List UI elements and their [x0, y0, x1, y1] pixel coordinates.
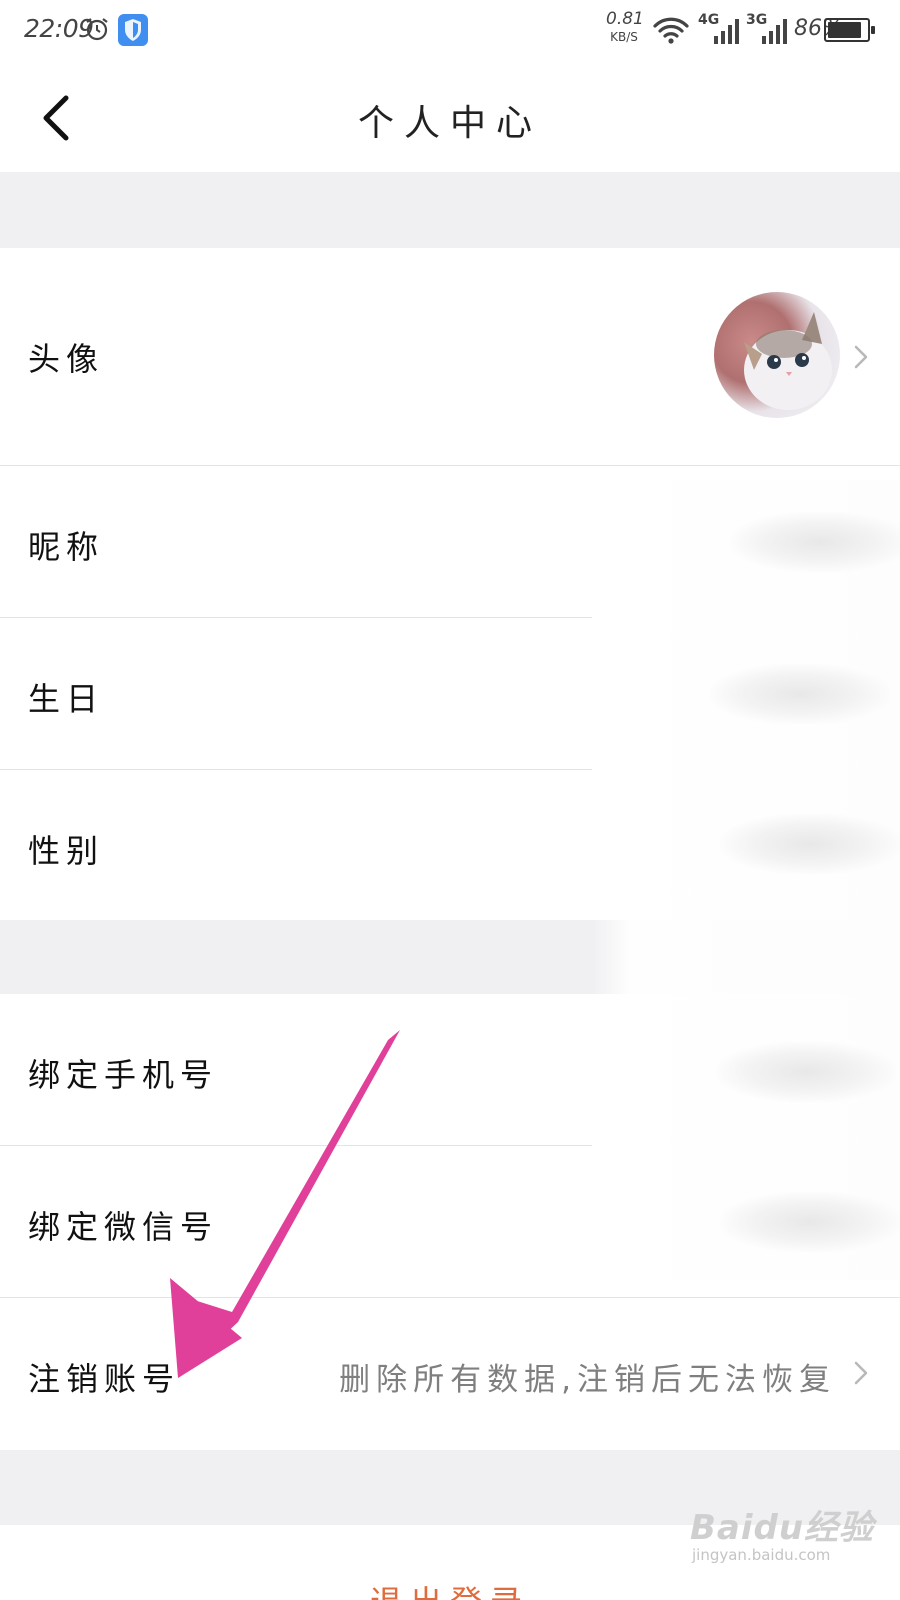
network-speed-unit: KB/S	[610, 30, 638, 44]
chevron-right-icon	[854, 345, 868, 369]
signal-bars-icon	[714, 19, 739, 44]
avatar-image[interactable]	[714, 292, 840, 418]
security-shield-icon	[118, 14, 148, 46]
blurred-wechat-value	[720, 1192, 900, 1252]
baidu-watermark: Baidu经验 jingyan.baidu.com	[690, 1500, 890, 1580]
signal-3g-indicator: 3G	[746, 12, 790, 46]
signal-4g-indicator: 4G	[698, 12, 742, 46]
cat-photo-icon	[744, 312, 832, 410]
section-gap	[0, 172, 900, 248]
network-speed: 0.81 KB/S	[606, 9, 644, 46]
row-avatar[interactable]: 头像	[0, 248, 900, 466]
chevron-right-icon	[854, 1361, 868, 1385]
network-speed-value: 0.81	[606, 9, 644, 29]
row-label: 绑定手机号	[28, 1056, 219, 1094]
delete-account-hint: 删除所有数据,注销后无法恢复	[339, 1362, 836, 1398]
status-bar: 22:09 0.81 KB/S 4G 3G 86%	[0, 0, 900, 64]
row-label: 昵称	[28, 528, 105, 566]
battery-icon	[824, 18, 875, 42]
battery-level-fill	[828, 22, 861, 38]
blurred-values-panel	[592, 480, 900, 1280]
blurred-nickname-value	[730, 512, 900, 572]
row-label: 生日	[28, 680, 105, 718]
logout-label: 退出登录	[0, 1577, 900, 1600]
row-label: 性别	[28, 832, 105, 870]
row-label: 注销账号	[28, 1360, 181, 1398]
watermark-url: jingyan.baidu.com	[692, 1546, 831, 1564]
signal-bars-icon	[762, 19, 787, 44]
blurred-birthday-value	[710, 664, 890, 724]
row-label: 绑定微信号	[28, 1208, 219, 1246]
row-label: 头像	[28, 340, 105, 378]
blurred-phone-value	[716, 1042, 896, 1102]
wifi-icon	[653, 17, 689, 44]
row-delete-account[interactable]: 注销账号 删除所有数据,注销后无法恢复	[0, 1298, 900, 1450]
title-bar: 个人中心	[0, 64, 900, 172]
alarm-clock-icon	[86, 18, 108, 41]
blurred-gender-value	[720, 814, 900, 874]
watermark-brand: Baidu经验	[690, 1508, 875, 1548]
page-title: 个人中心	[357, 103, 542, 144]
